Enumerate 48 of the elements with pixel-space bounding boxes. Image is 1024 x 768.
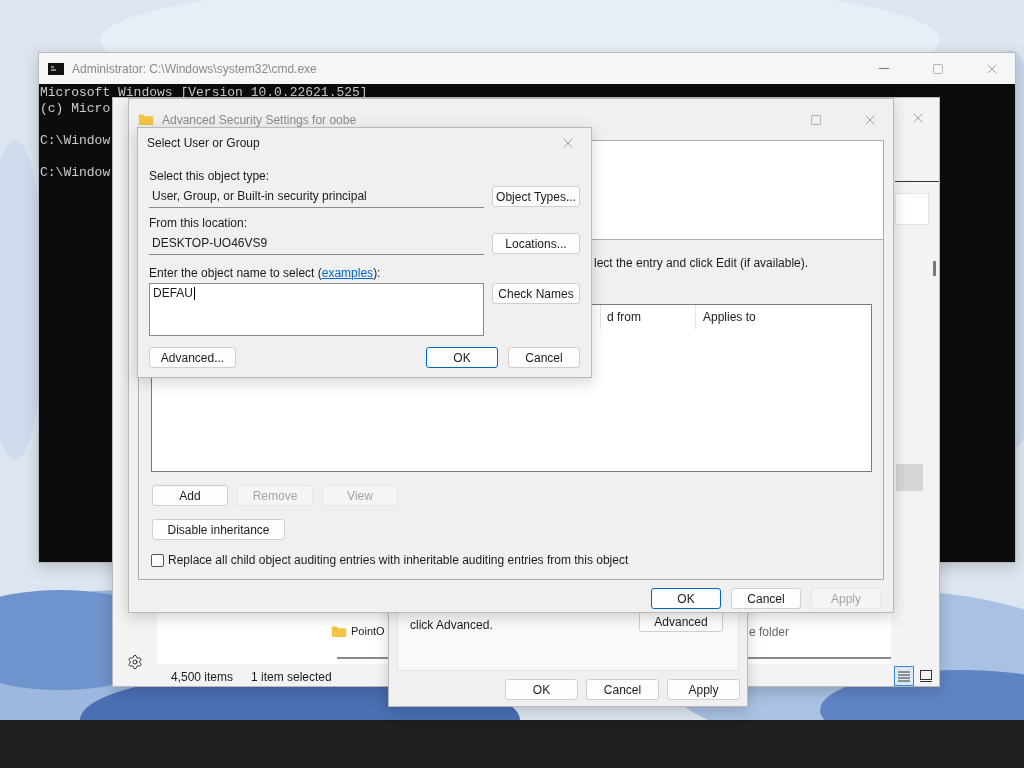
console-icon [48, 62, 64, 75]
folder-icon [331, 625, 347, 638]
checkbox[interactable] [151, 553, 164, 567]
object-types-button[interactable]: Object Types... [492, 186, 580, 207]
dialog-button[interactable]: Cancel [731, 588, 801, 609]
selection-status: 1 item selected [251, 670, 332, 684]
console-line: C:\Window [40, 134, 111, 148]
settings-icon[interactable] [127, 654, 143, 670]
check-names-button[interactable]: Check Names [492, 283, 580, 304]
locations-button[interactable]: Locations... [492, 233, 580, 254]
maximize-icon [810, 113, 822, 126]
dialog-button[interactable]: OK [505, 679, 578, 700]
instruction-text: lect the entry and click Edit (if available). [594, 256, 809, 270]
field-label: From this location: [149, 216, 249, 231]
advanced-button[interactable]: Advanced [639, 611, 723, 632]
console-line: Microsoft Windows [Version 10.0.22621.525] [40, 86, 368, 100]
examples-link[interactable]: examples [321, 266, 374, 280]
dialog-button[interactable]: Cancel [508, 347, 580, 368]
maximize-icon [932, 62, 944, 75]
column-header[interactable]: Applies to [695, 305, 871, 329]
dialog-title: Select User or Group [147, 136, 260, 150]
console-line: C:\Window [40, 166, 111, 180]
dialog-button[interactable]: Apply [667, 679, 740, 700]
dialog-button[interactable]: Cancel [586, 679, 659, 700]
field-label: Enter the object name to select (examples): [149, 266, 382, 281]
object-name-field[interactable]: DEFAU [149, 283, 484, 336]
search-field[interactable] [895, 193, 929, 225]
item-count: 4,500 items [171, 670, 234, 684]
row-highlight [896, 464, 923, 491]
file-name[interactable]: PointO [351, 625, 385, 638]
list-icon [897, 670, 911, 682]
checkbox-label: Replace all child object auditing entries with inheritable auditing entries from this object [168, 553, 629, 567]
disable-inheritance-button[interactable]: Disable inheritance [152, 519, 285, 540]
dialog-button[interactable]: Advanced... [149, 347, 236, 368]
preview-icon [919, 670, 933, 682]
scrollbar-thumb[interactable] [933, 261, 936, 276]
field-label: Select this object type: [149, 169, 271, 184]
console-line: (c) Micro [40, 102, 111, 116]
window-title: Advanced Security Settings for oobe [162, 112, 357, 127]
minimize-icon [879, 68, 889, 69]
text-cursor [194, 287, 195, 301]
file-type: e folder [749, 625, 790, 639]
window-title: Administrator: C:\Windows\system32\cmd.exe [72, 61, 317, 76]
column-header[interactable]: d from [600, 305, 695, 329]
entry-button[interactable]: Add [152, 485, 228, 506]
dialog-button[interactable]: OK [651, 588, 721, 609]
dialog-button[interactable]: OK [426, 347, 498, 368]
hint-text: click Advanced. [410, 618, 493, 632]
